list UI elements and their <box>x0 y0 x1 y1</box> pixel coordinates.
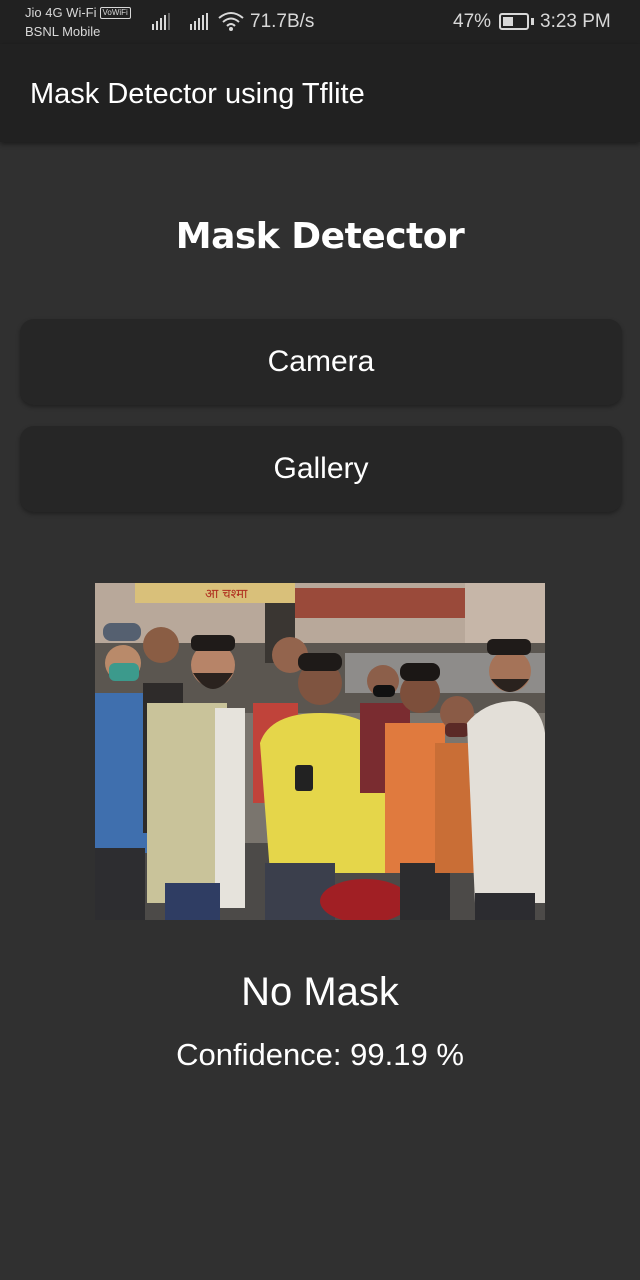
shop-sign-text: आ चश्मा <box>205 587 248 602</box>
page-heading: Mask Detector <box>175 216 465 257</box>
app-bar: Mask Detector using Tflite <box>0 44 640 142</box>
crowd-photo-illustration: आ चश्मा <box>95 583 545 920</box>
camera-button[interactable]: Camera <box>20 319 622 405</box>
wifi-icon <box>218 12 244 31</box>
confidence-text: Confidence: 99.19 % <box>176 1037 464 1072</box>
gallery-button[interactable]: Gallery <box>20 426 622 512</box>
vowifi-badge: VoWiFi <box>99 7 131 19</box>
battery-icon <box>499 13 529 30</box>
status-bar: Jio 4G Wi-Fi VoWiFi BSNL Mobile 71.7B/s 4… <box>0 0 640 44</box>
clock: 3:23 PM <box>540 11 611 32</box>
battery-tip <box>531 18 534 25</box>
signal-strength-icon <box>190 13 208 30</box>
battery-percent: 47% <box>453 11 492 32</box>
app-title: Mask Detector using Tflite <box>30 78 365 110</box>
prediction-label: No Mask <box>241 970 399 1014</box>
battery-level <box>503 17 513 26</box>
network-speed: 71.7B/s <box>250 11 315 32</box>
carrier-1: Jio 4G Wi-Fi VoWiFi <box>25 5 131 20</box>
signal-strength-icon <box>152 13 170 30</box>
selected-photo: आ चश्मा <box>95 583 545 920</box>
carrier-1-label: Jio 4G Wi-Fi <box>25 5 97 20</box>
carrier-2: BSNL Mobile <box>25 24 101 39</box>
